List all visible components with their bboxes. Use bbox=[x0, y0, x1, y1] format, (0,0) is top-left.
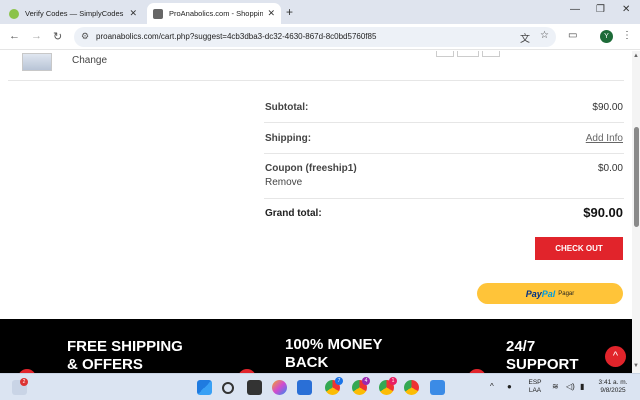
checkout-button[interactable]: CHECK OUT bbox=[535, 237, 623, 260]
paypal-pagar-text: Pagar bbox=[558, 290, 575, 297]
forward-icon[interactable]: → bbox=[31, 30, 42, 42]
simplycodes-favicon-icon bbox=[9, 8, 19, 19]
task-view-icon[interactable] bbox=[247, 380, 262, 395]
time-text: 3:41 a. m. bbox=[598, 379, 628, 386]
paypal-logo-pal: Pal bbox=[541, 288, 556, 299]
tab-proanabolics[interactable]: ProAnabolics.com - Shopping C ✕ bbox=[147, 3, 281, 24]
quantity-input[interactable] bbox=[457, 51, 479, 57]
close-tab-icon[interactable]: ✕ bbox=[129, 8, 137, 19]
divider bbox=[264, 198, 624, 199]
features-footer: FREE SHIPPING & OFFERS 100% MONEY BACK 2… bbox=[0, 319, 632, 373]
search-icon[interactable] bbox=[222, 382, 234, 394]
browser-toolbar: ← → ↻ ⚙ proanabolics.com/cart.php?sugges… bbox=[0, 24, 640, 50]
shipping-label: Shipping: bbox=[265, 133, 312, 144]
scrollbar-thumb[interactable] bbox=[634, 127, 639, 227]
minimize-icon[interactable]: — bbox=[570, 4, 580, 15]
address-bar[interactable]: ⚙ proanabolics.com/cart.php?suggest=4cb3… bbox=[74, 27, 556, 47]
close-tab-icon[interactable]: ✕ bbox=[267, 8, 275, 19]
copilot-icon[interactable] bbox=[272, 380, 287, 395]
quantity-decrement-button[interactable] bbox=[436, 51, 454, 57]
browser-tab-strip: Verify Codes — SimplyCodes ✕ ProAnabolic… bbox=[0, 0, 640, 24]
site-info-icon[interactable]: ⚙ bbox=[81, 31, 89, 42]
date-text: 9/8/2025 bbox=[600, 387, 626, 394]
close-window-icon[interactable]: ✕ bbox=[622, 4, 630, 15]
change-link[interactable]: Change bbox=[72, 55, 107, 66]
paypal-button[interactable]: PayPal Pagar bbox=[477, 283, 623, 304]
add-shipping-info-link[interactable]: Add Info bbox=[586, 133, 623, 144]
chrome-badge: 4 bbox=[362, 377, 370, 385]
scroll-up-arrow-icon[interactable]: ▲ bbox=[633, 53, 639, 59]
feature-money-back: 100% MONEY BACK bbox=[285, 336, 383, 371]
notification-badge: 2 bbox=[20, 378, 28, 386]
cart-page: Change Subtotal: $90.00 Shipping: Add In… bbox=[0, 51, 632, 373]
clock[interactable]: 3:41 a. m. 9/8/2025 bbox=[593, 379, 633, 395]
coupon-label: Coupon (freeship1) bbox=[265, 163, 357, 174]
translate-icon[interactable]: 文 bbox=[520, 30, 530, 45]
security-tray-icon[interactable]: ● bbox=[507, 382, 512, 391]
start-windows-icon[interactable] bbox=[197, 380, 212, 395]
chrome-badge: 7 bbox=[335, 377, 343, 385]
cast-icon[interactable]: ▭ bbox=[568, 30, 577, 41]
url-text: proanabolics.com/cart.php?suggest=4cb3db… bbox=[96, 32, 377, 41]
language-code: ESP bbox=[528, 379, 542, 386]
shield-app-icon[interactable] bbox=[430, 380, 445, 395]
coupon-value: $0.00 bbox=[597, 163, 623, 174]
scroll-to-top-button[interactable]: ^ bbox=[605, 346, 626, 367]
paypal-logo: PayPal bbox=[526, 289, 556, 299]
reload-icon[interactable]: ↻ bbox=[53, 30, 62, 43]
wifi-icon[interactable]: ≋ bbox=[552, 382, 559, 391]
paypal-logo-pay: Pay bbox=[525, 288, 542, 299]
grand-total-label: Grand total: bbox=[265, 208, 322, 219]
language-indicator[interactable]: ESP LAA bbox=[526, 379, 544, 395]
menu-icon[interactable]: ⋮ bbox=[622, 30, 632, 41]
subtotal-value: $90.00 bbox=[592, 102, 623, 113]
scroll-down-arrow-icon[interactable]: ▼ bbox=[633, 363, 639, 369]
grand-total-value: $90.00 bbox=[583, 205, 623, 220]
remove-coupon-link[interactable]: Remove bbox=[265, 177, 302, 188]
restore-icon[interactable]: ❐ bbox=[596, 4, 605, 15]
divider bbox=[8, 80, 624, 81]
feature-support: 24/7 SUPPORT bbox=[506, 338, 579, 373]
chrome-icon[interactable] bbox=[404, 380, 419, 395]
divider bbox=[264, 122, 624, 123]
tray-overflow-chevron-icon[interactable]: ^ bbox=[490, 382, 494, 391]
back-icon[interactable]: ← bbox=[9, 30, 20, 42]
tab-title: Verify Codes — SimplyCodes bbox=[25, 9, 124, 18]
chrome-badge: 1 bbox=[389, 377, 397, 385]
volume-icon[interactable]: ◁) bbox=[566, 382, 575, 391]
windows-taskbar: 2 7 4 1 ^ ● ESP LAA ≋ ◁) ▮ 3:41 a. m. 9/… bbox=[0, 373, 640, 400]
page-scrollbar[interactable]: ▲ ▼ bbox=[632, 51, 640, 373]
tab-verify-codes[interactable]: Verify Codes — SimplyCodes ✕ bbox=[3, 3, 143, 24]
new-tab-button[interactable]: + bbox=[286, 5, 293, 19]
divider bbox=[264, 153, 624, 154]
product-thumbnail bbox=[22, 53, 52, 71]
battery-icon[interactable]: ▮ bbox=[580, 382, 584, 391]
profile-avatar[interactable]: Y bbox=[600, 30, 613, 43]
subtotal-label: Subtotal: bbox=[265, 102, 309, 113]
language-region: LAA bbox=[528, 387, 542, 394]
quantity-increment-button[interactable] bbox=[482, 51, 500, 57]
tab-title: ProAnabolics.com - Shopping C bbox=[169, 9, 264, 18]
feature-free-shipping: FREE SHIPPING & OFFERS bbox=[67, 338, 183, 373]
store-icon[interactable] bbox=[297, 380, 312, 395]
proanabolics-favicon-icon bbox=[153, 8, 163, 19]
bookmark-star-icon[interactable]: ☆ bbox=[540, 30, 549, 41]
